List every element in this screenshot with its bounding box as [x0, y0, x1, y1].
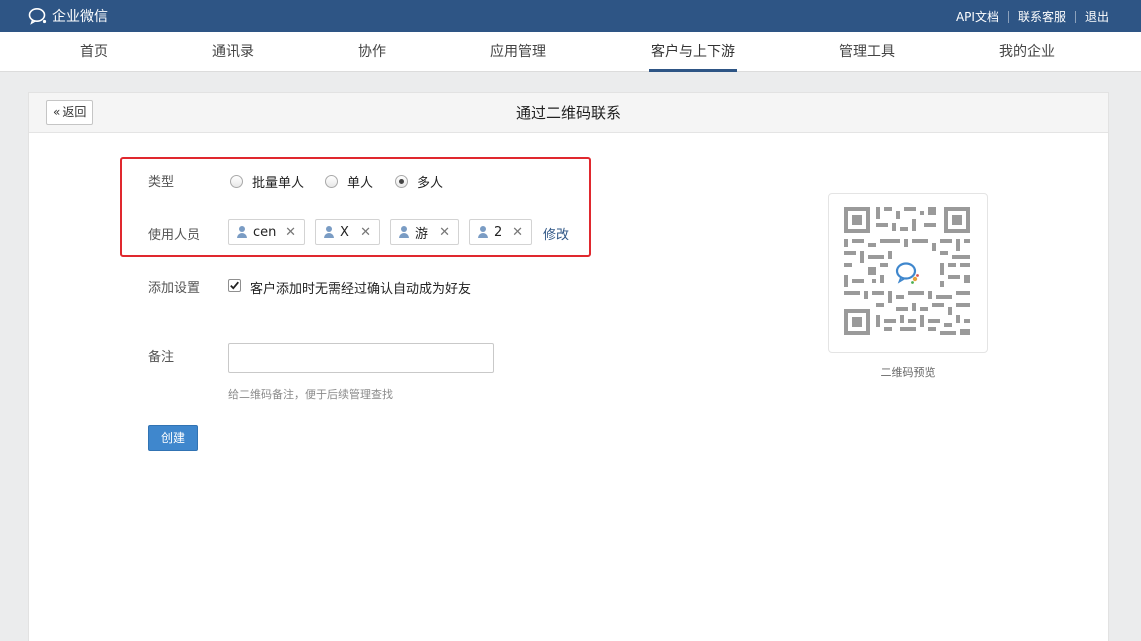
divider	[1007, 10, 1009, 23]
double-chevron-left-icon: «	[53, 105, 61, 119]
person-icon	[323, 225, 335, 239]
users-label: 使用人员	[148, 228, 201, 243]
logo[interactable]: 企业微信	[28, 6, 108, 26]
wecom-logo-icon	[28, 8, 47, 25]
api-docs-link[interactable]: API文档	[956, 8, 999, 25]
nav-home[interactable]: 首页	[80, 32, 108, 72]
person-icon	[236, 225, 248, 239]
user-tag: X ✕	[315, 219, 380, 245]
top-bar: 企业微信 API文档 联系客服 退出	[0, 0, 1141, 32]
user-tag: 游 ✕	[390, 219, 459, 245]
nav-contacts[interactable]: 通讯录	[212, 32, 254, 72]
page-title: 通过二维码联系	[515, 104, 621, 122]
remove-icon[interactable]: ✕	[512, 225, 523, 240]
user-tag-name: X	[340, 224, 349, 240]
divider	[1074, 10, 1076, 23]
logo-text: 企业微信	[52, 9, 108, 25]
user-tag: 2 ✕	[469, 219, 532, 245]
auto-accept-text: 客户添加时无需经过确认自动成为好友	[250, 282, 472, 297]
user-tag-name: 2	[494, 224, 503, 240]
radio-batch-single[interactable]: 批量单人	[230, 172, 304, 191]
nav-management-tools[interactable]: 管理工具	[839, 32, 895, 72]
qr-caption: 二维码预览	[880, 366, 936, 379]
user-tag: cen ✕	[228, 219, 305, 245]
user-tag-name: cen	[253, 224, 277, 240]
nav-customers[interactable]: 客户与上下游	[649, 32, 737, 72]
remove-icon[interactable]: ✕	[439, 225, 450, 240]
auto-accept-checkbox[interactable]	[228, 279, 241, 292]
nav-collaboration[interactable]: 协作	[358, 32, 386, 72]
nav-app-management[interactable]: 应用管理	[490, 32, 546, 72]
back-button[interactable]: « 返回	[46, 100, 94, 125]
radio-circle	[230, 175, 243, 188]
radio-circle	[325, 175, 338, 188]
check-icon	[230, 281, 239, 290]
modify-users-link[interactable]: 修改	[543, 224, 569, 243]
back-button-label: 返回	[62, 105, 87, 119]
radio-multiple[interactable]: 多人	[395, 172, 443, 191]
note-input[interactable]	[228, 343, 494, 373]
radio-label: 批量单人	[252, 176, 305, 191]
radio-label: 多人	[417, 176, 444, 191]
type-label: 类型	[148, 175, 175, 190]
top-links: API文档 联系客服 退出	[956, 8, 1109, 25]
person-icon	[398, 225, 410, 239]
person-icon	[477, 225, 489, 239]
main-nav: 首页 通讯录 协作 应用管理 客户与上下游 管理工具 我的企业	[0, 32, 1141, 72]
note-label: 备注	[148, 350, 175, 365]
note-hint: 给二维码备注，便于后续管理查找	[228, 388, 393, 401]
qr-code-icon	[844, 207, 970, 335]
contact-support-link[interactable]: 联系客服	[1018, 8, 1066, 25]
logout-link[interactable]: 退出	[1085, 8, 1109, 25]
remove-icon[interactable]: ✕	[360, 225, 371, 240]
add-settings-label: 添加设置	[148, 281, 201, 296]
card-header: 通过二维码联系 « 返回	[29, 93, 1108, 133]
nav-my-enterprise[interactable]: 我的企业	[999, 32, 1055, 72]
user-tag-name: 游	[415, 226, 429, 242]
radio-circle-checked	[395, 175, 408, 188]
radio-label: 单人	[347, 176, 374, 191]
radio-single[interactable]: 单人	[325, 172, 373, 191]
create-button[interactable]: 创建	[148, 425, 198, 451]
remove-icon[interactable]: ✕	[285, 225, 296, 240]
qr-code-preview	[828, 193, 988, 353]
